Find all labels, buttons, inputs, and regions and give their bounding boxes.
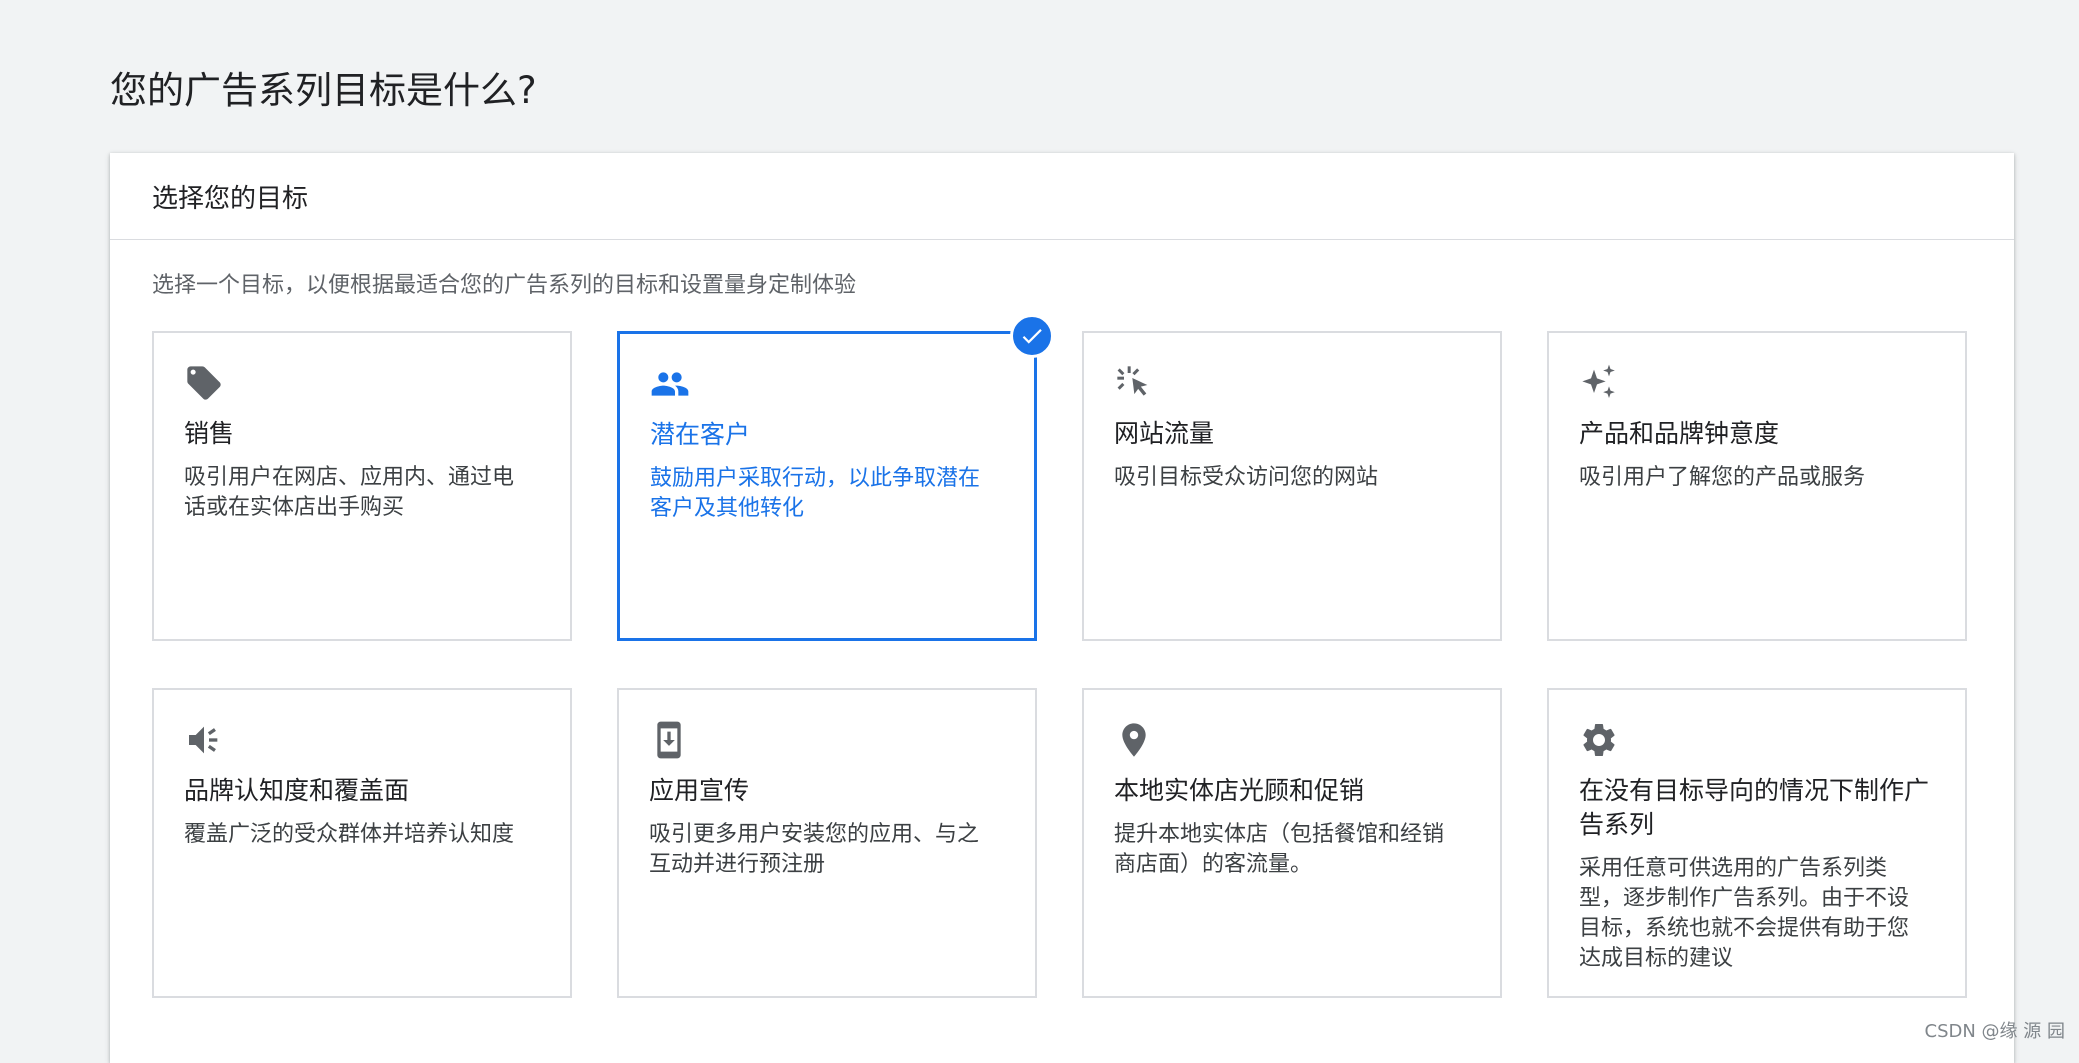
goal-card-brand-consideration[interactable]: 产品和品牌钟意度 吸引用户了解您的产品或服务 (1547, 331, 1967, 641)
goal-title: 在没有目标导向的情况下制作广告系列 (1579, 776, 1930, 839)
location-pin-icon (1114, 720, 1154, 760)
cursor-click-icon (1114, 363, 1154, 403)
panel-description: 选择一个目标，以便根据最适合您的广告系列的目标和设置量身定制体验 (152, 273, 857, 298)
check-icon (1010, 314, 1054, 358)
page-title: 您的广告系列目标是什么? (110, 69, 537, 112)
goal-card-leads[interactable]: 潜在客户 鼓励用户采取行动，以此争取潜在客户及其他转化 (617, 314, 1054, 641)
goal-selection-panel: 选择您的目标 选择一个目标，以便根据最适合您的广告系列的目标和设置量身定制体验 … (110, 153, 2014, 1063)
sparkle-icon (1579, 363, 1619, 403)
goal-title: 网站流量 (1114, 419, 1215, 448)
megaphone-icon (184, 720, 224, 760)
goal-title: 品牌认知度和覆盖面 (184, 776, 410, 805)
goal-description: 吸引目标受众访问您的网站 (1114, 465, 1379, 490)
goal-title: 产品和品牌钟意度 (1579, 419, 1780, 448)
goal-title: 销售 (184, 419, 235, 448)
goal-card-website-traffic[interactable]: 网站流量 吸引目标受众访问您的网站 (1082, 331, 1502, 641)
goal-card-sales[interactable]: 销售 吸引用户在网店、应用内、通过电话或在实体店出手购买 (152, 331, 572, 641)
goal-title: 应用宣传 (649, 776, 750, 805)
goal-description: 提升本地实体店（包括餐馆和经销商店面）的客流量。 (1114, 822, 1445, 877)
phone-download-icon (649, 720, 689, 760)
people-icon (650, 364, 690, 404)
goal-description: 采用任意可供选用的广告系列类型，逐步制作广告系列。由于不设目标，系统也就不会提供… (1579, 856, 1910, 971)
goal-title: 潜在客户 (650, 420, 751, 449)
goal-card-local-store-visits[interactable]: 本地实体店光顾和促销 提升本地实体店（包括餐馆和经销商店面）的客流量。 (1082, 688, 1502, 998)
tag-icon (184, 363, 224, 403)
panel-header: 选择您的目标 (110, 153, 2014, 240)
goal-card-brand-awareness[interactable]: 品牌认知度和覆盖面 覆盖广泛的受众群体并培养认知度 (152, 688, 572, 998)
goal-card-no-goal[interactable]: 在没有目标导向的情况下制作广告系列 采用任意可供选用的广告系列类型，逐步制作广告… (1547, 688, 1967, 998)
goal-description: 吸引用户在网店、应用内、通过电话或在实体店出手购买 (184, 465, 515, 520)
goal-description: 吸引更多用户安装您的应用、与之互动并进行预注册 (649, 822, 980, 877)
goal-title: 本地实体店光顾和促销 (1114, 776, 1365, 805)
watermark: CSDN @缘 源 园 (1924, 1021, 2065, 1042)
goal-description: 鼓励用户采取行动，以此争取潜在客户及其他转化 (650, 466, 981, 521)
goal-description: 覆盖广泛的受众群体并培养认知度 (184, 822, 515, 847)
goal-description: 吸引用户了解您的产品或服务 (1579, 465, 1866, 490)
goal-card-app-promotion[interactable]: 应用宣传 吸引更多用户安装您的应用、与之互动并进行预注册 (617, 688, 1037, 998)
gear-icon (1579, 720, 1619, 760)
